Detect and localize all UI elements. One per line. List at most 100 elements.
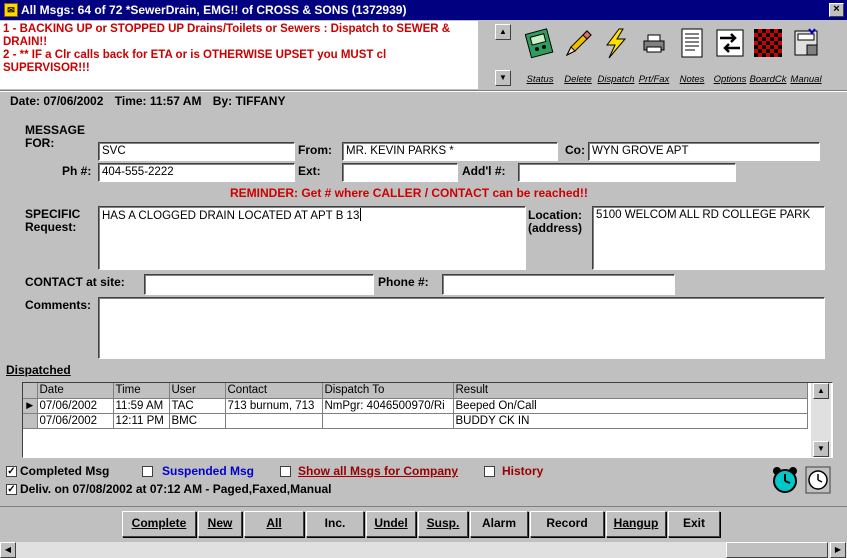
message-for-field[interactable]: SVC [98, 142, 295, 161]
window-title: All Msgs: 64 of 72 *SewerDrain, EMG!! of… [21, 3, 407, 17]
toolbar: Status Delete Dispatch Prt/Fax Notes Opt… [520, 24, 847, 88]
scroll-up-button[interactable]: ▲ [495, 24, 511, 40]
cell-result: BUDDY CK IN [453, 413, 808, 429]
alert-line-1: 1 - BACKING UP or STOPPED UP Drains/Toil… [3, 23, 451, 48]
additional-number-field[interactable] [518, 163, 736, 182]
status-icon [525, 28, 554, 59]
app-icon: ✉ [4, 3, 18, 17]
table-row[interactable]: ▶ 07/06/2002 11:59 AM TAC 713 burnum, 71… [23, 398, 808, 414]
extension-field[interactable] [342, 163, 458, 182]
arrow-down-icon: ▼ [817, 444, 825, 453]
cell-date: 07/06/2002 [37, 413, 114, 429]
time-text: Time: 11:57 AM [114, 94, 202, 108]
column-header-time[interactable]: Time [113, 383, 170, 399]
printer-icon [643, 34, 665, 53]
from-label: From: [298, 143, 332, 157]
row-indicator [23, 413, 38, 429]
comments-field[interactable] [98, 297, 825, 359]
clock-icon[interactable] [805, 466, 831, 494]
message-header-info: Date: 07/06/2002 Time: 11:57 AM By: TIFF… [10, 94, 293, 108]
show-all-label: Show all Msgs for Company [298, 464, 459, 478]
delivered-checkbox[interactable]: ✓ Deliv. on 07/08/2002 at 07:12 AM - Pag… [6, 482, 331, 496]
date-text: Date: 07/06/2002 [10, 94, 104, 108]
exit-button[interactable]: Exit [668, 511, 720, 537]
cell-time: 11:59 AM [113, 398, 170, 414]
from-field[interactable]: MR. KEVIN PARKS * [342, 142, 558, 161]
history-label: History [502, 464, 544, 478]
suspended-checkbox[interactable]: Suspended Msg [142, 464, 254, 478]
complete-button[interactable]: Complete [122, 511, 196, 537]
manual-label: Manual [790, 74, 822, 85]
checkbox-unchecked-icon [142, 465, 153, 477]
completed-label: Completed Msg [20, 464, 110, 478]
column-header-user[interactable]: User [169, 383, 226, 399]
undel-button[interactable]: Undel [366, 511, 416, 537]
new-button[interactable]: New [198, 511, 242, 537]
column-header-dispatch-to[interactable]: Dispatch To [322, 383, 454, 399]
cell-time: 12:11 PM [113, 413, 170, 429]
grid-scroll-up-button[interactable]: ▲ [813, 383, 829, 399]
cell-user: BMC [169, 413, 226, 429]
scrollbar-thumb[interactable] [726, 542, 828, 558]
complete-button-label: Complete [131, 516, 187, 530]
dispatched-title: Dispatched [6, 363, 71, 377]
contact-phone-field[interactable] [442, 274, 675, 295]
title-bar: ✉ All Msgs: 64 of 72 *SewerDrain, EMG!! … [0, 0, 847, 20]
scroll-down-button[interactable]: ▼ [495, 70, 511, 86]
arrow-up-icon: ▲ [499, 27, 507, 36]
column-header-contact[interactable]: Contact [225, 383, 323, 399]
horizontal-scrollbar[interactable]: ◀ ▶ [0, 542, 847, 558]
location-field[interactable]: 5100 WELCOM ALL RD COLLEGE PARK [592, 206, 825, 270]
all-button[interactable]: All [244, 511, 304, 537]
extension-label: Ext: [298, 164, 321, 178]
dispatched-grid[interactable]: Date Time User Contact Dispatch To Resul… [22, 382, 833, 458]
cell-date: 07/06/2002 [37, 398, 114, 414]
alarm-button[interactable]: Alarm [470, 511, 528, 537]
show-all-checkbox[interactable]: Show all Msgs for Company [280, 464, 458, 478]
all-button-label: All [266, 516, 282, 530]
grid-scrollbar[interactable]: ▲ ▼ [811, 383, 831, 457]
delete-icon [565, 30, 592, 57]
phone-number-field[interactable]: 404-555-2222 [98, 163, 295, 182]
column-header-date[interactable]: Date [37, 383, 114, 399]
grid-header-row: Date Time User Contact Dispatch To Resul… [23, 383, 808, 399]
column-header-result[interactable]: Result [453, 383, 808, 399]
suspended-label: Suspended Msg [162, 464, 255, 478]
cell-result: Beeped On/Call [453, 398, 808, 414]
comments-label: Comments: [25, 298, 92, 312]
arrow-up-icon: ▲ [817, 386, 825, 395]
grid-scroll-down-button[interactable]: ▼ [813, 441, 829, 457]
close-icon: × [833, 3, 840, 15]
susp-button-label: Susp. [426, 516, 460, 530]
header-divider [0, 90, 847, 92]
scroll-right-button[interactable]: ▶ [830, 542, 846, 558]
manual-tool[interactable]: Manual [786, 24, 826, 88]
completed-checkbox[interactable]: ✓ Completed Msg [6, 464, 109, 478]
table-row[interactable]: 07/06/2002 12:11 PM BMC BUDDY CK IN [23, 413, 808, 429]
company-field[interactable]: WYN GROVE APT [588, 142, 820, 161]
contact-phone-label: Phone #: [378, 275, 429, 289]
checkbox-checked-icon: ✓ [6, 465, 17, 477]
susp-button[interactable]: Susp. [418, 511, 468, 537]
cell-dispatch-to: NmPgr: 4046500970/Ri [322, 398, 454, 414]
contact-at-site-field[interactable] [144, 274, 374, 295]
alert-scrollbar[interactable]: ▲ ▼ [494, 24, 512, 86]
history-checkbox[interactable]: History [484, 464, 543, 478]
alarm-clock-icon[interactable] [772, 466, 798, 494]
company-label: Co: [565, 143, 585, 157]
notes-icon [681, 28, 703, 58]
scroll-left-button[interactable]: ◀ [0, 542, 16, 558]
message-for-label: MESSAGE FOR: [25, 123, 86, 150]
alert-instructions: 1 - BACKING UP or STOPPED UP Drains/Toil… [0, 21, 478, 89]
cell-contact: 713 burnum, 713 [225, 398, 323, 414]
hangup-button[interactable]: Hangup [606, 511, 666, 537]
alert-line-2: 2 - ** IF a Clr calls back for ETA or is… [3, 49, 387, 74]
close-button[interactable]: × [829, 3, 844, 17]
specific-request-field[interactable]: HAS A CLOGGED DRAIN LOCATED AT APT B 13 [98, 206, 526, 270]
delivered-label: Deliv. on 07/08/2002 at 07:12 AM - Paged… [20, 482, 332, 496]
inc-button[interactable]: Inc. [306, 511, 364, 537]
boardck-icon [754, 29, 782, 57]
dispatch-icon [606, 28, 627, 59]
record-button-label: Record [546, 516, 588, 530]
record-button[interactable]: Record [530, 511, 604, 537]
